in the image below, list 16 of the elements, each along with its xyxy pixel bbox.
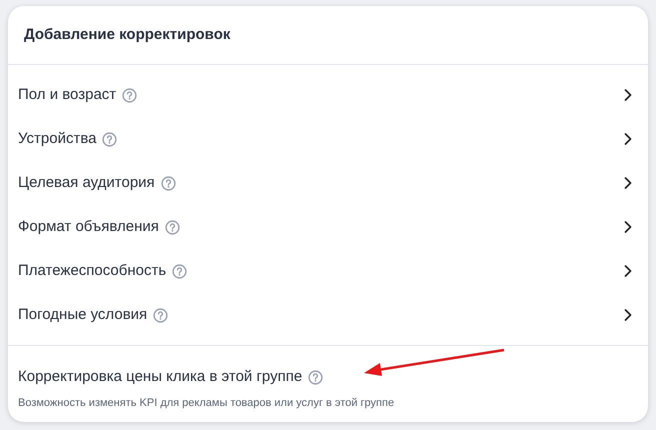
dialog-title: Добавление корректировок [24,24,230,45]
menu-item[interactable]: Устройства [8,117,648,161]
menu-item[interactable]: Формат объявления [8,205,648,249]
help-icon[interactable] [160,176,176,190]
option-description: Возможность изменять KPI для рекламы товаров или услуг в этой группе [18,396,396,410]
menu-item[interactable]: Пол и возраст [8,73,648,117]
menu-item[interactable]: Платежеспособность [8,249,648,293]
help-icon[interactable] [308,370,324,385]
option-title[interactable]: Корректировка цены клика в этой группе [18,366,302,388]
help-icon[interactable] [172,264,188,278]
help-icon[interactable] [153,308,168,322]
help-icon[interactable] [164,220,180,234]
menu-item[interactable]: Погодные условия [8,293,648,337]
menu-item[interactable]: Целевая аудитория [8,161,648,205]
help-icon[interactable] [102,132,118,146]
help-icon[interactable] [122,88,138,102]
